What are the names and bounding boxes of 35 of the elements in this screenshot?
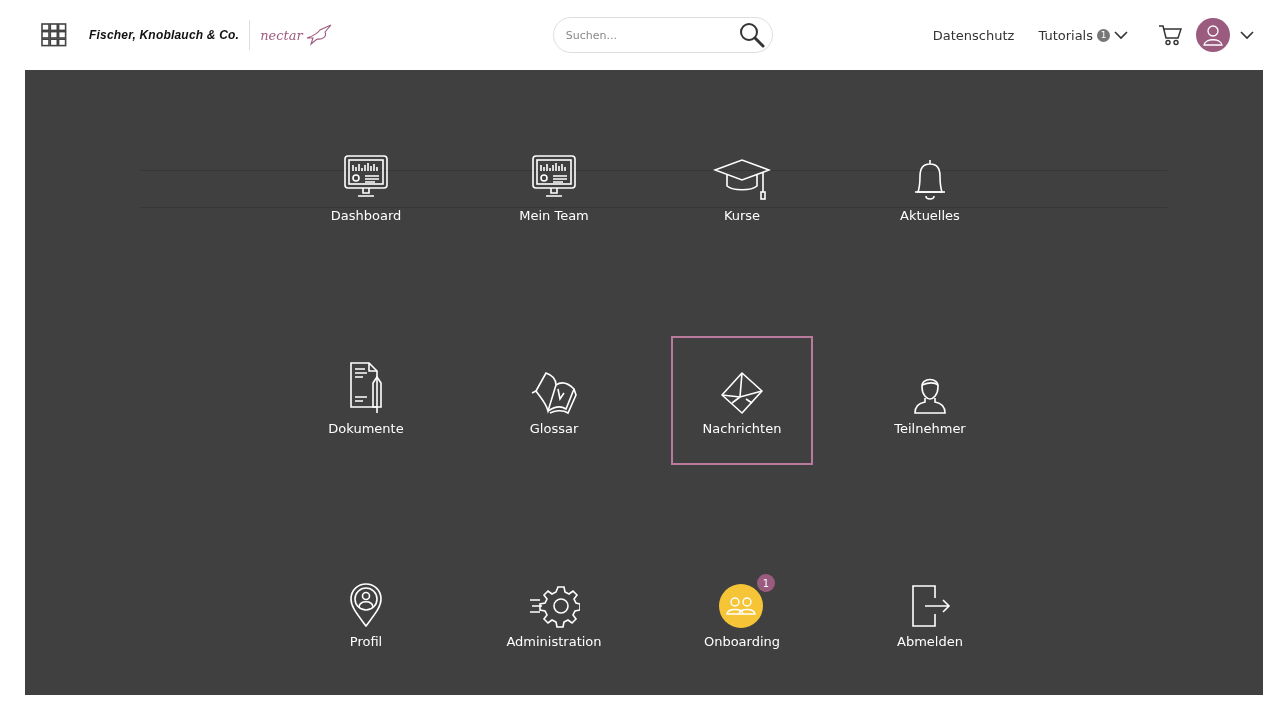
menu-tile[interactable]: Dashboard — [295, 123, 437, 252]
menu-tile[interactable]: Mein Team — [483, 123, 625, 252]
location-person-icon — [349, 582, 383, 628]
menu-tile[interactable]: Kurse — [671, 123, 813, 252]
product-logo-text: nectar — [260, 27, 303, 43]
gear-speed-icon — [528, 584, 580, 628]
graduation-cap-icon — [713, 158, 771, 202]
count-badge: 1 — [1097, 28, 1110, 42]
open-book-icon — [530, 371, 578, 415]
menu-tile[interactable]: Aktuelles — [859, 123, 1001, 252]
team-icon — [719, 584, 765, 628]
nav-link[interactable]: Datenschutz — [932, 27, 1015, 43]
chevron-down-icon[interactable] — [1240, 30, 1254, 40]
menu-tile[interactable]: Teilnehmer — [859, 336, 1001, 465]
cart-icon[interactable] — [1158, 24, 1182, 46]
search-field[interactable]: Suchen... — [552, 17, 773, 53]
menu-tile[interactable]: Profil — [295, 549, 437, 678]
avatar-icon[interactable] — [1196, 18, 1230, 52]
menu-tile[interactable]: Nachrichten — [671, 336, 813, 465]
menu-tile[interactable]: 1 Onboarding — [671, 549, 813, 678]
chevron-down-icon[interactable] — [1114, 30, 1128, 40]
search-icon[interactable] — [738, 22, 765, 48]
document-pen-icon — [349, 361, 383, 415]
brand-logo-text: Fischer, Knoblauch & Co. — [89, 28, 240, 42]
envelope-icon — [720, 371, 764, 415]
menu-tile[interactable]: Administration — [483, 549, 625, 678]
bell-icon — [912, 158, 948, 202]
menu-tile[interactable]: Glossar — [483, 336, 625, 465]
count-badge: 1 — [757, 574, 775, 592]
nav-link[interactable]: Tutorials — [1038, 27, 1093, 43]
grid-menu-icon[interactable] — [41, 23, 67, 47]
menu-tile[interactable]: Abmelden — [859, 549, 1001, 678]
logout-icon — [909, 584, 951, 628]
bird-icon — [304, 24, 333, 46]
menu-tile[interactable]: Dokumente — [295, 336, 437, 465]
